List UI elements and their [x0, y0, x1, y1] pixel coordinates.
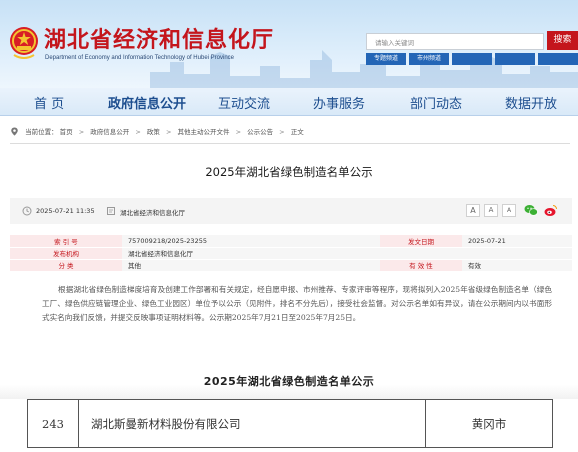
breadcrumb-home[interactable]: 首页 [60, 128, 73, 136]
breadcrumb-separator: > [165, 128, 172, 136]
location-pin-icon [11, 127, 18, 136]
article-meta-bar: 2025-07-21 11:35 湖北省经济和信息化厅 A A A [10, 198, 572, 224]
font-size-small-button[interactable]: A [502, 204, 516, 217]
breadcrumb-divider [10, 143, 570, 144]
city-name: 黄冈市 [425, 399, 553, 448]
breadcrumb-separator: > [78, 128, 85, 136]
nav-services[interactable]: 办事服务 [313, 93, 365, 112]
breadcrumb-separator: > [279, 128, 285, 136]
article-body-text: 根据湖北省绿色制造梯度培育及创建工作部署和有关规定，经自愿申报、市州推荐、专家评… [42, 285, 552, 322]
national-emblem-icon [10, 27, 38, 59]
breadcrumb-gov-info[interactable]: 政府信息公开 [90, 128, 129, 136]
font-size-large-button[interactable]: A [466, 204, 480, 217]
breadcrumb-label: 当前位置： [25, 128, 58, 136]
publish-date: 2025-07-21 11:35 [36, 207, 95, 215]
category-label: 分 类 [10, 259, 122, 272]
site-subtitle: Department of Economy and Information Te… [45, 55, 234, 61]
article-title: 2025年湖北省绿色制造名单公示 [205, 165, 373, 179]
validity-value: 有效 [462, 259, 572, 272]
breadcrumb: 当前位置： 首页 > 政府信息公开 > 政策 > 其他主动公开文件 > 公示公告… [10, 126, 304, 136]
quick-link-2[interactable]: 市州频道 [409, 53, 449, 65]
company-name: 湖北斯曼新材料股份有限公司 [78, 399, 426, 448]
green-manufacturing-list-table: 243 湖北斯曼新材料股份有限公司 黄冈市 [27, 399, 553, 448]
nav-open-data[interactable]: 数据开放 [505, 93, 557, 112]
issuer-label: 发布机构 [10, 247, 122, 260]
quick-link-5[interactable] [538, 53, 578, 65]
quick-link-3[interactable] [452, 53, 492, 65]
breadcrumb-other-files[interactable]: 其他主动公开文件 [177, 128, 229, 136]
article-body-paragraph: 根据湖北省绿色制造梯度培育及创建工作部署和有关规定，经自愿申报、市州推荐、专家评… [42, 283, 552, 325]
publish-source: 湖北省经济和信息化厅 [120, 209, 185, 217]
weibo-share-icon[interactable] [544, 204, 558, 217]
breadcrumb-notices[interactable]: 公示公告 [247, 128, 273, 136]
breadcrumb-current: 正文 [290, 128, 304, 136]
index-number-value: 757009218/2025-23255 [122, 235, 380, 248]
quick-link-4[interactable] [495, 53, 535, 65]
table-row: 243 湖北斯曼新材料股份有限公司 黄冈市 [27, 399, 553, 448]
clock-icon [22, 206, 32, 216]
search-input[interactable]: 请输入关键词 [366, 33, 544, 50]
wechat-share-icon[interactable] [524, 204, 538, 217]
nav-gov-info[interactable]: 政府信息公开 [108, 93, 186, 112]
category-value: 其他 [122, 259, 380, 272]
font-size-medium-button[interactable]: A [484, 204, 498, 217]
source-icon [107, 207, 115, 215]
main-nav: 首 页 政府信息公开 互动交流 办事服务 部门动态 数据开放 [0, 88, 578, 116]
breadcrumb-separator: > [135, 128, 141, 136]
document-info-table: 索 引 号 757009218/2025-23255 发文日期 2025-07-… [10, 235, 572, 272]
validity-label: 有 效 性 [380, 259, 462, 272]
header-banner: 湖北省经济和信息化厅 Department of Economy and Inf… [0, 0, 578, 88]
section-shadow [0, 385, 578, 399]
nav-home[interactable]: 首 页 [34, 93, 64, 112]
row-number: 243 [27, 399, 79, 448]
nav-interaction[interactable]: 互动交流 [218, 93, 270, 112]
issuer-value: 湖北省经济和信息化厅 [122, 247, 572, 260]
site-title: 湖北省经济和信息化厅 [44, 27, 275, 53]
issue-date-label: 发文日期 [380, 235, 462, 248]
search-button[interactable]: 搜索 [547, 31, 578, 50]
issue-date-value: 2025-07-21 [462, 235, 572, 248]
breadcrumb-policy[interactable]: 政策 [147, 128, 160, 136]
quick-link-1[interactable]: 专题频道 [366, 53, 406, 65]
index-number-label: 索 引 号 [10, 235, 122, 248]
breadcrumb-separator: > [235, 128, 242, 136]
nav-news[interactable]: 部门动态 [410, 93, 462, 112]
